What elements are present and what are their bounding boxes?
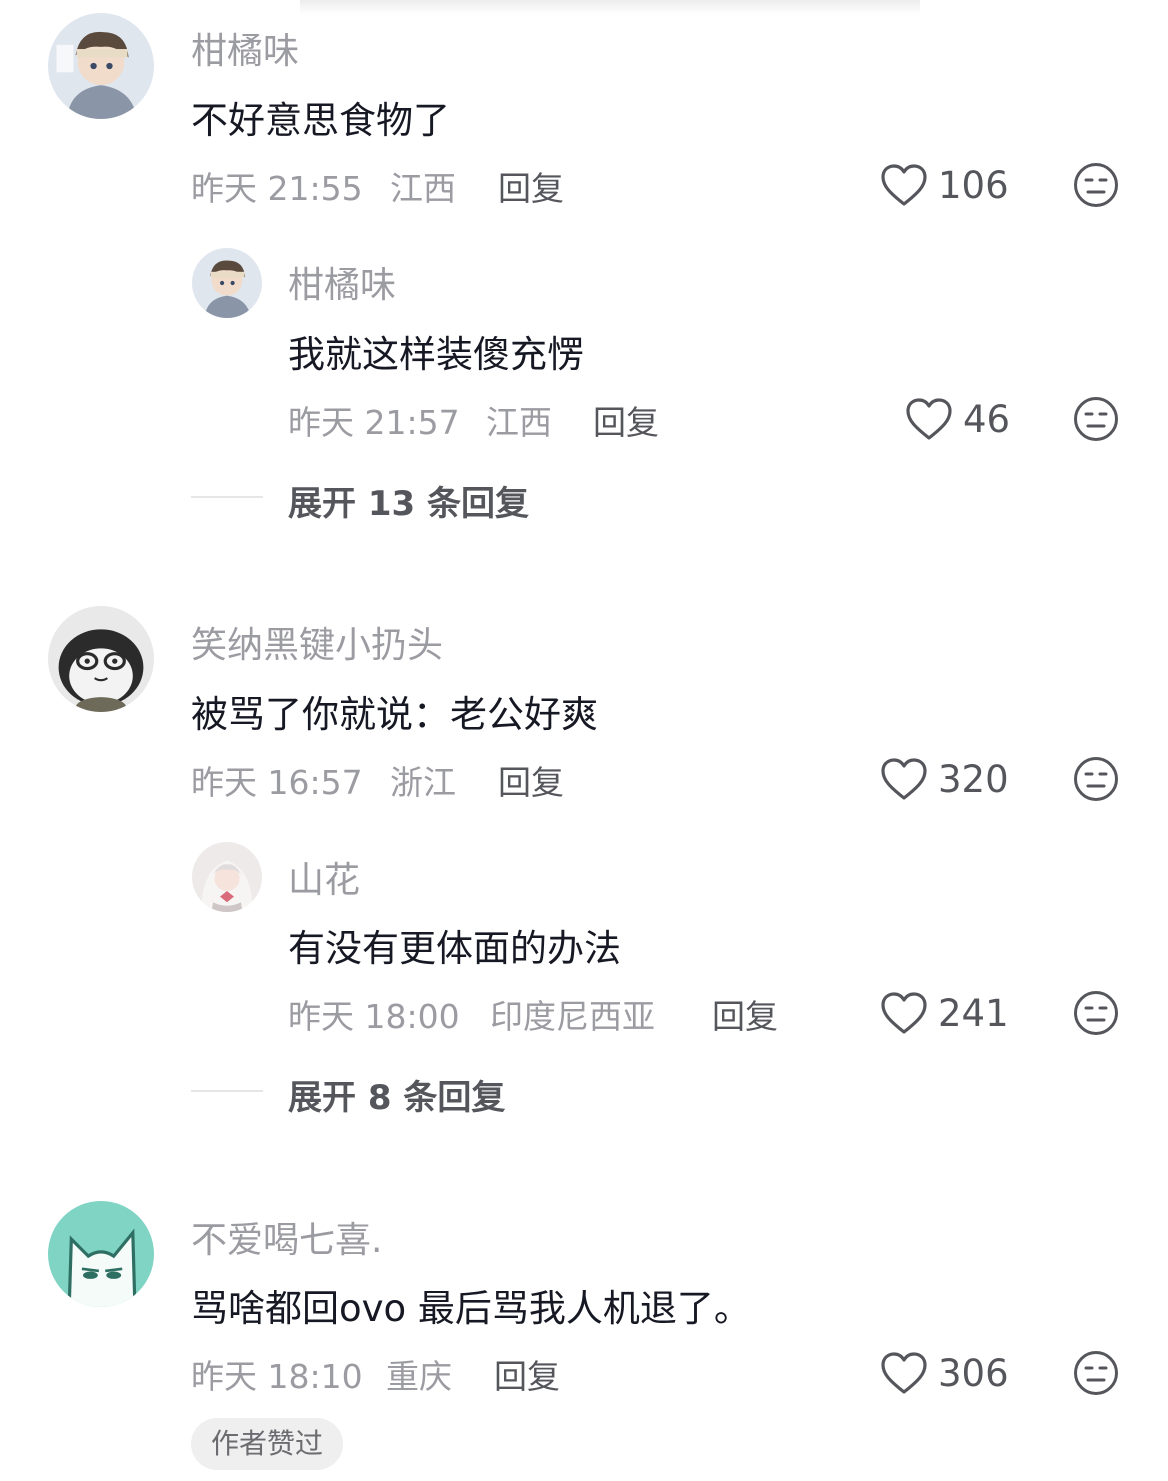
neutral-face-icon[interactable] xyxy=(1073,756,1119,802)
avatar[interactable] xyxy=(192,842,262,912)
comment-time: 昨天 21:55 xyxy=(191,169,363,208)
comment-location: 浙江 xyxy=(390,763,456,802)
like-button[interactable]: 320 xyxy=(880,754,1009,804)
avatar[interactable] xyxy=(48,606,154,712)
avatar[interactable] xyxy=(192,248,262,318)
like-count: 241 xyxy=(938,991,1009,1035)
avatar[interactable] xyxy=(48,1201,154,1307)
like-count: 320 xyxy=(938,757,1009,801)
like-count: 106 xyxy=(938,163,1009,207)
reply-username[interactable]: 山花 xyxy=(288,851,360,903)
like-button[interactable]: 106 xyxy=(880,160,1009,210)
reply-button[interactable]: 回复 xyxy=(494,1350,560,1398)
comment-username[interactable]: 不爱喝七喜. xyxy=(191,1211,382,1263)
reply-time: 昨天 21:57 xyxy=(288,403,460,442)
expand-divider xyxy=(191,1090,263,1092)
neutral-face-icon[interactable] xyxy=(1073,1350,1119,1396)
reply-button[interactable]: 回复 xyxy=(712,990,778,1038)
avatar[interactable] xyxy=(48,13,154,119)
expand-replies-button[interactable]: 展开 13 条回复 xyxy=(288,476,529,525)
expand-divider xyxy=(191,496,263,498)
comment-text: 被骂了你就说：老公好爽 xyxy=(191,693,598,736)
expand-replies-button[interactable]: 展开 8 条回复 xyxy=(288,1070,505,1119)
reply-text: 我就这样装傻充愣 xyxy=(288,333,584,376)
neutral-face-icon[interactable] xyxy=(1073,396,1119,442)
reply-text: 有没有更体面的办法 xyxy=(288,927,621,970)
heart-outline-icon xyxy=(880,991,928,1035)
neutral-face-icon[interactable] xyxy=(1073,990,1119,1036)
like-count: 306 xyxy=(938,1351,1009,1395)
comment-location: 江西 xyxy=(390,169,456,208)
heart-outline-icon xyxy=(880,757,928,801)
comment-text: 不好意思食物了 xyxy=(191,99,450,142)
reply-location: 江西 xyxy=(486,403,552,442)
reply-button[interactable]: 回复 xyxy=(593,396,659,444)
top-fade xyxy=(300,0,920,14)
reply-time: 昨天 18:00 xyxy=(288,997,460,1036)
comment-location: 重庆 xyxy=(386,1357,452,1396)
heart-outline-icon xyxy=(880,163,928,207)
reply-location: 印度尼西亚 xyxy=(490,997,655,1036)
comment-text: 骂啥都回ovo 最后骂我人机退了。 xyxy=(191,1287,751,1330)
author-liked-badge: 作者赞过 xyxy=(191,1418,344,1470)
heart-outline-icon xyxy=(880,1351,928,1395)
heart-outline-icon xyxy=(905,397,953,441)
like-button[interactable]: 46 xyxy=(905,394,1010,444)
like-button[interactable]: 306 xyxy=(880,1348,1009,1398)
comment-time: 昨天 18:10 xyxy=(191,1357,363,1396)
reply-username[interactable]: 柑橘味 xyxy=(288,256,396,308)
like-button[interactable]: 241 xyxy=(880,988,1009,1038)
comment-username[interactable]: 笑纳黑键小扔头 xyxy=(191,616,443,668)
reply-button[interactable]: 回复 xyxy=(498,162,564,210)
reply-button[interactable]: 回复 xyxy=(498,756,564,804)
like-count: 46 xyxy=(963,397,1011,441)
comment-username[interactable]: 柑橘味 xyxy=(191,22,299,74)
neutral-face-icon[interactable] xyxy=(1073,162,1119,208)
comment-time: 昨天 16:57 xyxy=(191,763,363,802)
